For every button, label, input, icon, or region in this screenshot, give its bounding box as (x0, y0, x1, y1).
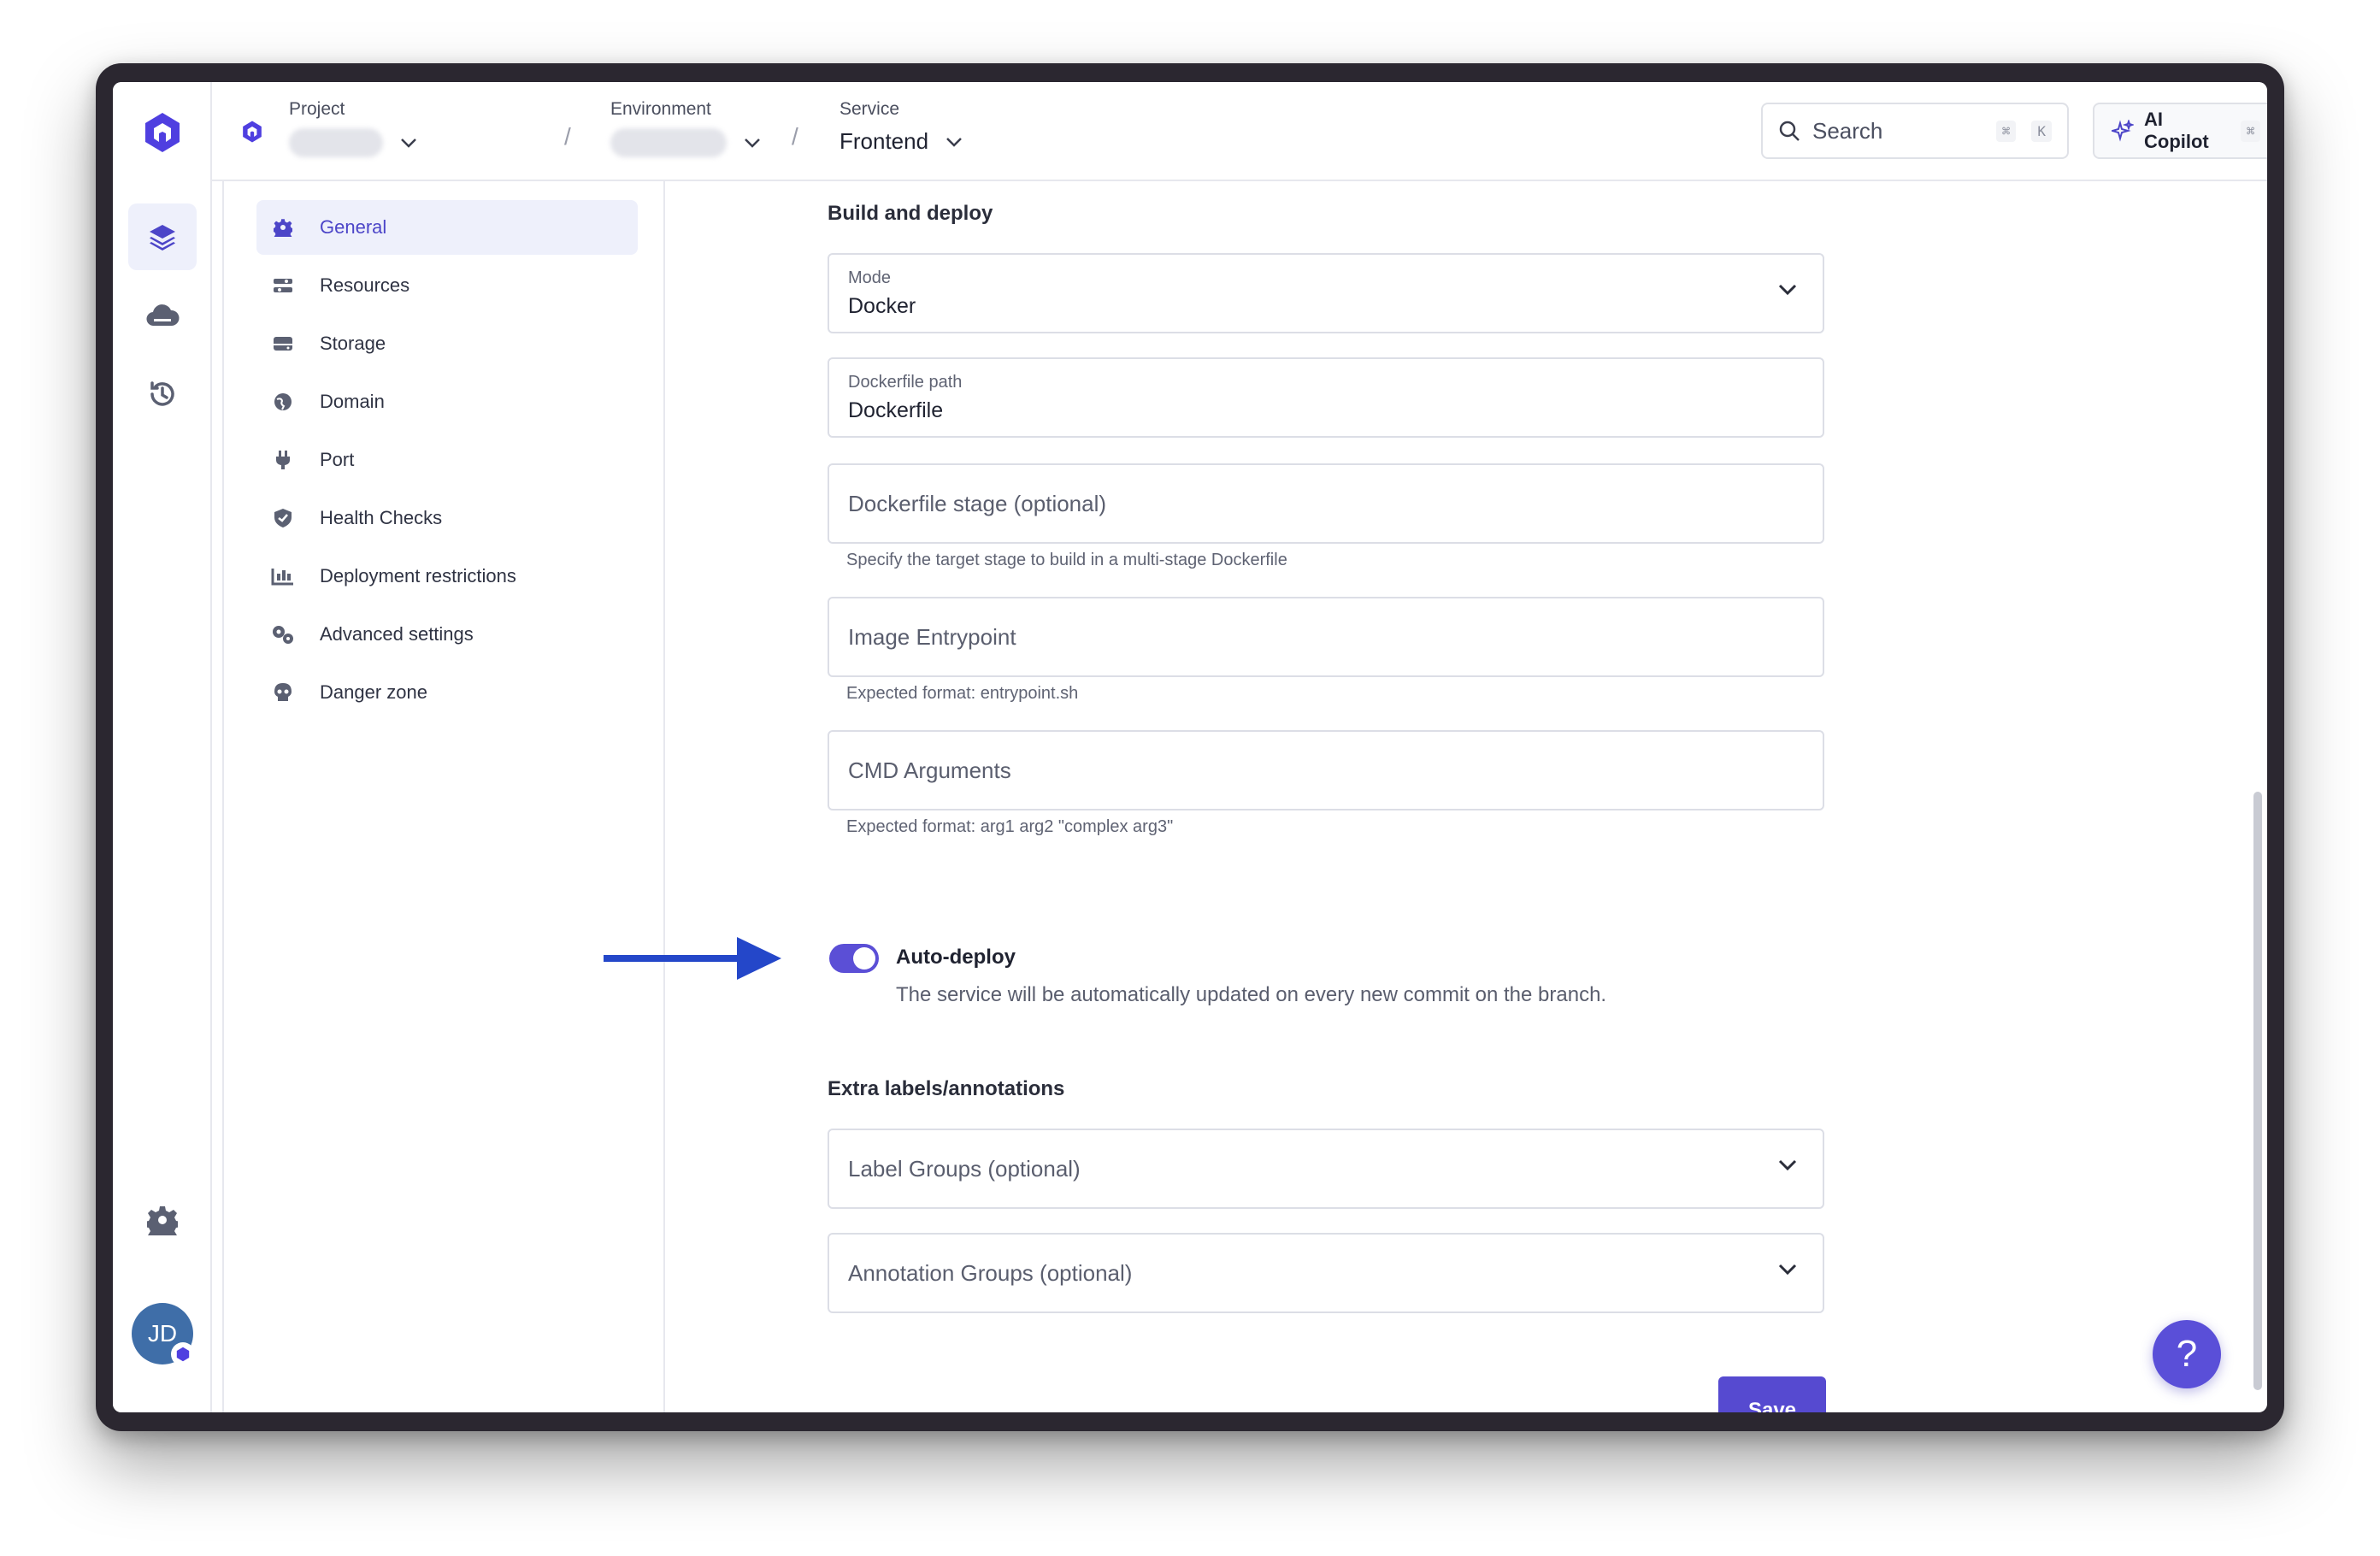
shortcut-key: K (2031, 120, 2052, 142)
image-entrypoint-placeholder: Image Entrypoint (848, 624, 1016, 650)
main-content: Build and deploy Mode Docker Dockerfile … (604, 181, 2267, 1412)
toggle-knob (853, 947, 875, 970)
ai-copilot-label: AI Copilot (2144, 109, 2209, 152)
save-button[interactable]: Save (1718, 1376, 1826, 1412)
shield-icon (270, 505, 296, 531)
skull-icon (270, 680, 296, 705)
sidebar-item-danger-zone[interactable]: Danger zone (256, 665, 638, 720)
dockerfile-stage-hint: Specify the target stage to build in a m… (846, 551, 1287, 569)
dockerfile-stage-field[interactable]: Dockerfile stage (optional) (828, 463, 1824, 544)
sidebar-item-label: Danger zone (320, 681, 427, 703)
service-value: Frontend (839, 128, 929, 154)
gear-icon[interactable] (128, 1187, 197, 1253)
image-entrypoint-field[interactable]: Image Entrypoint (828, 597, 1824, 677)
search-placeholder: Search (1812, 117, 1883, 144)
mode-label: Mode (848, 268, 892, 287)
annotation-groups-placeholder: Annotation Groups (optional) (848, 1260, 1133, 1286)
image-entrypoint-hint: Expected format: entrypoint.sh (846, 684, 1079, 703)
sidebar-item-label: Health Checks (320, 507, 443, 528)
build-deploy-title: Build and deploy (828, 202, 993, 225)
top-bar: Project / Environment / Service Frontend… (212, 82, 2267, 181)
mode-value: Docker (848, 294, 916, 318)
sidebar-item-port[interactable]: Port (256, 433, 638, 487)
restriction-icon (270, 563, 296, 589)
logo-icon[interactable] (142, 111, 183, 154)
sidebar-item-label: Domain (320, 391, 385, 412)
sliders-icon (270, 273, 296, 298)
project-value-redacted (289, 128, 383, 157)
sidebar-item-label: Advanced settings (320, 623, 474, 645)
history-icon[interactable] (128, 361, 197, 427)
project-logo-icon (243, 121, 262, 143)
dockerfile-stage-placeholder: Dockerfile stage (optional) (848, 491, 1107, 516)
dockerfile-path-field[interactable]: Dockerfile path Dockerfile (828, 357, 1824, 438)
auto-deploy-description: The service will be automatically update… (896, 983, 1607, 1006)
storage-icon (270, 331, 296, 357)
auto-deploy-toggle[interactable] (829, 944, 879, 973)
sidebar-item-label: Port (320, 449, 355, 470)
icon-rail: JD (113, 82, 212, 1412)
sidebar-item-label: Deployment restrictions (320, 565, 516, 586)
cmd-arguments-field[interactable]: CMD Arguments (828, 730, 1824, 810)
gears-icon (270, 622, 296, 647)
plug-icon (270, 447, 296, 473)
breadcrumb-separator: / (564, 123, 571, 150)
help-button[interactable]: ? (2153, 1320, 2221, 1388)
avatar[interactable]: JD (132, 1303, 195, 1366)
settings-sidebar: General Resources Storage Domain Port He… (222, 181, 665, 1412)
arrow-annotation-icon (604, 937, 781, 980)
chevron-down-icon (401, 139, 416, 148)
chevron-down-icon (1778, 1159, 1797, 1171)
project-selector[interactable]: Project (289, 99, 417, 157)
globe-icon (270, 389, 296, 415)
sidebar-item-advanced-settings[interactable]: Advanced settings (256, 607, 638, 662)
avatar-initials: JD (147, 1320, 178, 1347)
sidebar-item-deployment-restrictions[interactable]: Deployment restrictions (256, 549, 638, 604)
search-input[interactable]: Search ⌘ K (1761, 103, 2069, 159)
shortcut-mod: ⌘ (2240, 120, 2261, 142)
environment-value-redacted (610, 128, 727, 157)
sidebar-item-label: Resources (320, 274, 410, 296)
service-label: Service (839, 99, 900, 119)
search-icon (1779, 121, 1800, 141)
cmd-arguments-placeholder: CMD Arguments (848, 757, 1011, 783)
dockerfile-path-value: Dockerfile (848, 398, 944, 422)
chevron-down-icon (745, 139, 760, 148)
chevron-down-icon (1778, 1264, 1797, 1276)
service-selector[interactable]: Service Frontend (839, 99, 963, 155)
sidebar-item-general[interactable]: General (256, 200, 638, 255)
sidebar-item-health-checks[interactable]: Health Checks (256, 491, 638, 545)
label-groups-select[interactable]: Label Groups (optional) (828, 1129, 1824, 1209)
sidebar-item-label: Storage (320, 333, 386, 354)
dockerfile-path-label: Dockerfile path (848, 373, 963, 392)
sidebar-item-domain[interactable]: Domain (256, 374, 638, 429)
sparkles-icon (2112, 120, 2134, 142)
ai-copilot-button[interactable]: AI Copilot ⌘ i (2093, 103, 2267, 159)
cmd-arguments-hint: Expected format: arg1 arg2 "complex arg3… (846, 817, 1174, 836)
mode-select[interactable]: Mode Docker (828, 253, 1824, 333)
cloud-icon[interactable] (128, 282, 197, 349)
gear-icon (270, 215, 296, 240)
chevron-down-icon (1778, 284, 1797, 296)
environment-selector[interactable]: Environment (610, 99, 761, 157)
label-groups-placeholder: Label Groups (optional) (848, 1156, 1081, 1182)
project-label: Project (289, 99, 345, 119)
app-screen: JD Project / Environment / Service Front… (113, 82, 2267, 1412)
sidebar-item-storage[interactable]: Storage (256, 316, 638, 371)
sidebar-item-resources[interactable]: Resources (256, 258, 638, 313)
auto-deploy-title: Auto-deploy (896, 946, 1016, 969)
environment-label: Environment (610, 99, 711, 119)
shortcut-mod: ⌘ (1995, 120, 2017, 142)
org-badge-icon (171, 1342, 195, 1366)
annotation-groups-select[interactable]: Annotation Groups (optional) (828, 1233, 1824, 1313)
chevron-down-icon (946, 137, 962, 147)
scrollbar[interactable] (2253, 792, 2262, 1390)
breadcrumb-separator: / (792, 123, 798, 150)
layers-icon[interactable] (128, 203, 197, 270)
extra-labels-title: Extra labels/annotations (828, 1077, 1065, 1100)
sidebar-item-label: General (320, 216, 387, 238)
